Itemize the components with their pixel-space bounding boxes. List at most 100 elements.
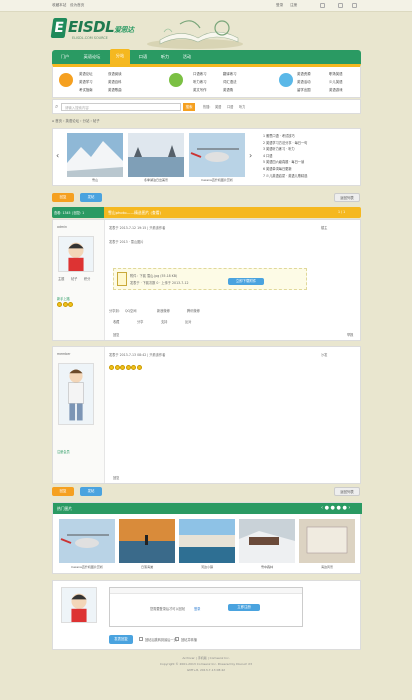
- logo-icon[interactable]: E: [50, 18, 68, 38]
- hot-term[interactable]: 英语: [215, 104, 221, 109]
- checkbox-last-page[interactable]: [139, 637, 143, 641]
- subnav-link[interactable]: 考试指南: [79, 87, 93, 92]
- page-indicator[interactable]: 1 / 1: [338, 210, 345, 214]
- logo-text[interactable]: EISDL爱思达: [68, 18, 134, 36]
- hot-image[interactable]: [59, 519, 115, 563]
- breadcrumb-item[interactable]: 首页: [55, 119, 62, 123]
- subnav-link[interactable]: 英语资源: [297, 71, 311, 76]
- hot-image[interactable]: [299, 519, 355, 563]
- carousel-image-winter-lake[interactable]: [128, 133, 184, 177]
- subnav-link[interactable]: 词汇语法: [223, 79, 237, 84]
- news-item[interactable]: 2 英语学习方法分享 · 每日一句: [263, 140, 307, 145]
- hot-image[interactable]: [239, 519, 295, 563]
- attachment-title[interactable]: 附件：下载 雪山.jpg (55.18 KB): [130, 273, 177, 278]
- carousel-image-snow-mountain[interactable]: [67, 133, 123, 177]
- next-arrow-icon[interactable]: ›: [249, 151, 252, 160]
- post-button[interactable]: 发帖: [80, 487, 102, 496]
- subnav-link[interactable]: 职场英语: [329, 71, 343, 76]
- subnav-link[interactable]: 英语游戏: [329, 87, 343, 92]
- breadcrumb: ⌂ 首页 › 英语论坛 › 分站 › 帖子: [52, 119, 100, 123]
- nav-branch[interactable]: 分站: [110, 49, 130, 64]
- checkbox-forward[interactable]: [175, 637, 179, 641]
- hot-term[interactable]: 口语: [227, 104, 233, 109]
- grid-icon[interactable]: [352, 3, 357, 8]
- news-item[interactable]: 7 少儿英语启蒙 · 英语儿歌精选: [263, 173, 307, 178]
- nav-listening[interactable]: 听力: [156, 50, 174, 64]
- hot-term[interactable]: 听力: [239, 104, 245, 109]
- nav-forum[interactable]: 英语论坛: [78, 50, 106, 64]
- reply-link[interactable]: 回复: [113, 475, 119, 480]
- register-button[interactable]: 立即注册: [228, 604, 260, 611]
- news-item[interactable]: 4 口语: [263, 153, 307, 158]
- nav-portal[interactable]: 门户: [56, 50, 74, 64]
- hot-image[interactable]: [179, 519, 235, 563]
- reply-button[interactable]: 回复: [52, 193, 74, 202]
- cloud-icon: [279, 73, 293, 87]
- search-bar: ⌕ 请输入搜索内容 搜索 热搜: 英语 口语 听力: [52, 99, 361, 114]
- favorite-button[interactable]: 收藏: [113, 319, 119, 324]
- pager-dots-icon[interactable]: ‹ ● ● ● ● ›: [321, 505, 350, 511]
- subnav-link[interactable]: 听力练习: [193, 79, 207, 84]
- prev-arrow-icon[interactable]: ‹: [56, 151, 59, 160]
- thread-header: 查看: 1345 | 回复: 1 雪山photo——精选图片 (查看) 1 / …: [52, 207, 361, 218]
- bookmark-link[interactable]: 收藏本站: [52, 3, 66, 8]
- footer-copyright: Copyright © 2001-2013 Comsenz Inc. Power…: [159, 662, 253, 666]
- editor-toolbar[interactable]: [110, 588, 302, 594]
- share-weibo[interactable]: 新浪微博: [157, 308, 170, 313]
- search-icon[interactable]: [320, 3, 325, 8]
- return-list-button[interactable]: 返回列表: [334, 487, 360, 496]
- home-icon[interactable]: ⌂: [52, 119, 54, 123]
- subnav-link[interactable]: 英语歌曲: [108, 87, 122, 92]
- share-button[interactable]: 分享: [137, 319, 143, 324]
- news-item[interactable]: 1 雅思口语 · 考试技巧: [263, 133, 307, 138]
- nav-speaking[interactable]: 口语: [134, 50, 152, 64]
- login-link[interactable]: 登录: [276, 3, 283, 8]
- news-item[interactable]: 6 英语单词每日更新: [263, 166, 307, 171]
- news-item[interactable]: 3 英语听力练习 · 听力: [263, 146, 307, 151]
- avatar[interactable]: [58, 236, 94, 272]
- register-link[interactable]: 注册: [290, 3, 297, 8]
- return-list-button[interactable]: 返回列表: [334, 193, 360, 202]
- news-item[interactable]: 5 英语四六级真题 · 每日一读: [263, 159, 307, 164]
- reply-button[interactable]: 回复: [52, 487, 74, 496]
- avatar[interactable]: [58, 363, 94, 425]
- reply-textarea[interactable]: 您需要登录后才可以回帖 登录 立即注册: [109, 587, 303, 627]
- reply-link[interactable]: 回复: [113, 332, 119, 337]
- download-attachment-button[interactable]: 立即下载附件: [228, 278, 264, 285]
- subnav-link[interactable]: 少儿英语: [329, 79, 343, 84]
- post-sidebar: member 注册会员: [53, 347, 105, 483]
- hot-image[interactable]: [119, 519, 175, 563]
- carousel-image-helicopter[interactable]: [189, 133, 245, 177]
- subnav-link[interactable]: 英语论坛: [79, 71, 93, 76]
- subnav-link[interactable]: 英语学习: [79, 79, 93, 84]
- subnav-link[interactable]: 翻译练习: [223, 71, 237, 76]
- breadcrumb-item[interactable]: 英语论坛: [66, 119, 80, 123]
- author-name[interactable]: admin: [57, 225, 67, 229]
- search-input[interactable]: 请输入搜索内容: [61, 103, 181, 111]
- submit-reply-button[interactable]: 发表回复: [109, 635, 133, 644]
- author-name[interactable]: member: [57, 352, 70, 356]
- subnav-link[interactable]: 口语练习: [193, 71, 207, 76]
- set-homepage-link[interactable]: 设为首页: [70, 3, 84, 8]
- post-button[interactable]: 发帖: [80, 193, 102, 202]
- footer-links[interactable]: Archiver | 手机版 | Comsenz Inc.: [0, 656, 412, 660]
- smile-icon: [125, 365, 131, 370]
- support-button[interactable]: 支持: [161, 319, 167, 324]
- breadcrumb-item[interactable]: 分站: [83, 119, 90, 123]
- share-qzone[interactable]: QQ空间: [125, 308, 136, 313]
- rss-icon[interactable]: [338, 3, 343, 8]
- subnav-link[interactable]: 英语百科: [108, 79, 122, 84]
- nav-events[interactable]: 活动: [178, 50, 196, 64]
- share-tencent-weibo[interactable]: 腾讯微博: [187, 308, 200, 313]
- carousel-caption: 雪山: [91, 178, 98, 182]
- search-button[interactable]: 搜索: [183, 103, 195, 111]
- subnav-link[interactable]: 留学出国: [297, 87, 311, 92]
- subnav-link[interactable]: 英语活动: [297, 79, 311, 84]
- subnav-link[interactable]: 英文写作: [193, 87, 207, 92]
- subnav-link[interactable]: 英语角: [223, 87, 233, 92]
- report-link[interactable]: 举报: [347, 332, 353, 337]
- smile-icon: [136, 365, 142, 370]
- login-link[interactable]: 登录: [194, 606, 200, 611]
- oppose-button[interactable]: 反对: [185, 319, 191, 324]
- subnav-link[interactable]: 双语阅读: [108, 71, 122, 76]
